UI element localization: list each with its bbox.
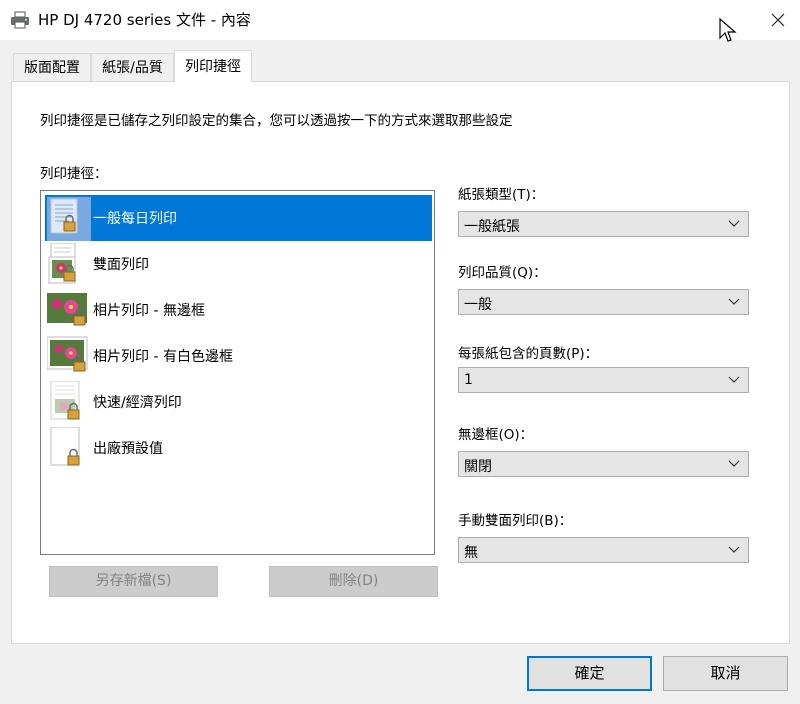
list-item-label: 雙面列印 [93, 257, 149, 273]
list-item-label: 相片列印 - 無邊框 [93, 303, 205, 319]
pages-per-sheet-value: 1 [464, 372, 473, 388]
print-quality-value: 一般 [464, 297, 492, 313]
borderless-label: 無邊框(O)： [458, 427, 534, 443]
list-item-label: 快速/經濟列印 [93, 395, 182, 411]
paper-type-dropdown[interactable]: 一般紙張 [458, 211, 749, 237]
manual-duplex-label: 手動雙面列印(B)： [458, 513, 573, 529]
list-item[interactable]: 相片列印 - 無邊框 [45, 287, 432, 333]
tab-layout[interactable]: 版面配置 [13, 53, 91, 81]
shortcuts-list[interactable]: 一般每日列印 雙面列印 相片列印 - 無邊框 相片列印 - 有白色邊框 快速/經… [40, 190, 435, 555]
shortcuts-list-label: 列印捷徑： [40, 166, 108, 182]
print-quality-dropdown[interactable]: 一般 [458, 289, 749, 315]
mouse-cursor-icon [719, 18, 737, 42]
chevron-down-icon [728, 546, 740, 553]
manual-duplex-value: 無 [464, 545, 478, 561]
title-bar: HP DJ 4720 series 文件 - 內容 [0, 0, 800, 42]
duplex-flower-lock-icon [48, 243, 76, 284]
list-item-label: 出廠預設值 [93, 441, 163, 457]
save-as-button[interactable]: 另存新檔(S) [49, 566, 218, 597]
close-button[interactable] [756, 0, 800, 40]
window-title: HP DJ 4720 series 文件 - 內容 [38, 11, 251, 29]
printer-icon [11, 11, 29, 29]
list-item[interactable]: 雙面列印 [45, 241, 432, 287]
list-item[interactable]: 相片列印 - 有白色邊框 [45, 333, 432, 379]
chevron-down-icon [728, 298, 740, 305]
tab-paper-quality[interactable]: 紙張/品質 [91, 53, 174, 81]
close-icon [771, 13, 785, 27]
list-item-label: 一般每日列印 [93, 211, 177, 227]
list-item-label: 相片列印 - 有白色邊框 [93, 349, 233, 365]
print-quality-label: 列印品質(Q)： [458, 265, 547, 281]
delete-button[interactable]: 刪除(D) [269, 566, 438, 597]
chevron-down-icon [728, 460, 740, 467]
chevron-down-icon [728, 376, 740, 383]
blank-page-lock-icon [50, 427, 80, 466]
economy-document-lock-icon [50, 381, 80, 420]
list-item[interactable]: 一般每日列印 [45, 195, 432, 241]
manual-duplex-dropdown[interactable]: 無 [458, 537, 749, 563]
photo-white-border-lock-icon [47, 336, 88, 372]
document-lock-icon [47, 197, 91, 241]
list-item[interactable]: 出廠預設值 [45, 425, 432, 471]
pages-per-sheet-label: 每張紙包含的頁數(P)： [458, 346, 599, 362]
borderless-dropdown[interactable]: 關閉 [458, 451, 749, 477]
photo-borderless-lock-icon [47, 293, 87, 326]
paper-type-value: 一般紙張 [464, 219, 520, 235]
tab-print-shortcuts[interactable]: 列印捷徑 [174, 50, 252, 82]
list-item[interactable]: 快速/經濟列印 [45, 379, 432, 425]
ok-button[interactable]: 確定 [527, 656, 652, 691]
paper-type-label: 紙張類型(T)： [458, 187, 545, 203]
description-text: 列印捷徑是已儲存之列印設定的集合，您可以透過按一下的方式來選取那些設定 [40, 113, 513, 129]
tab-panel: 列印捷徑是已儲存之列印設定的集合，您可以透過按一下的方式來選取那些設定 列印捷徑… [11, 81, 790, 644]
pages-per-sheet-dropdown[interactable]: 1 [458, 367, 749, 393]
cancel-button[interactable]: 取消 [663, 656, 788, 691]
chevron-down-icon [728, 220, 740, 227]
borderless-value: 關閉 [464, 459, 492, 475]
